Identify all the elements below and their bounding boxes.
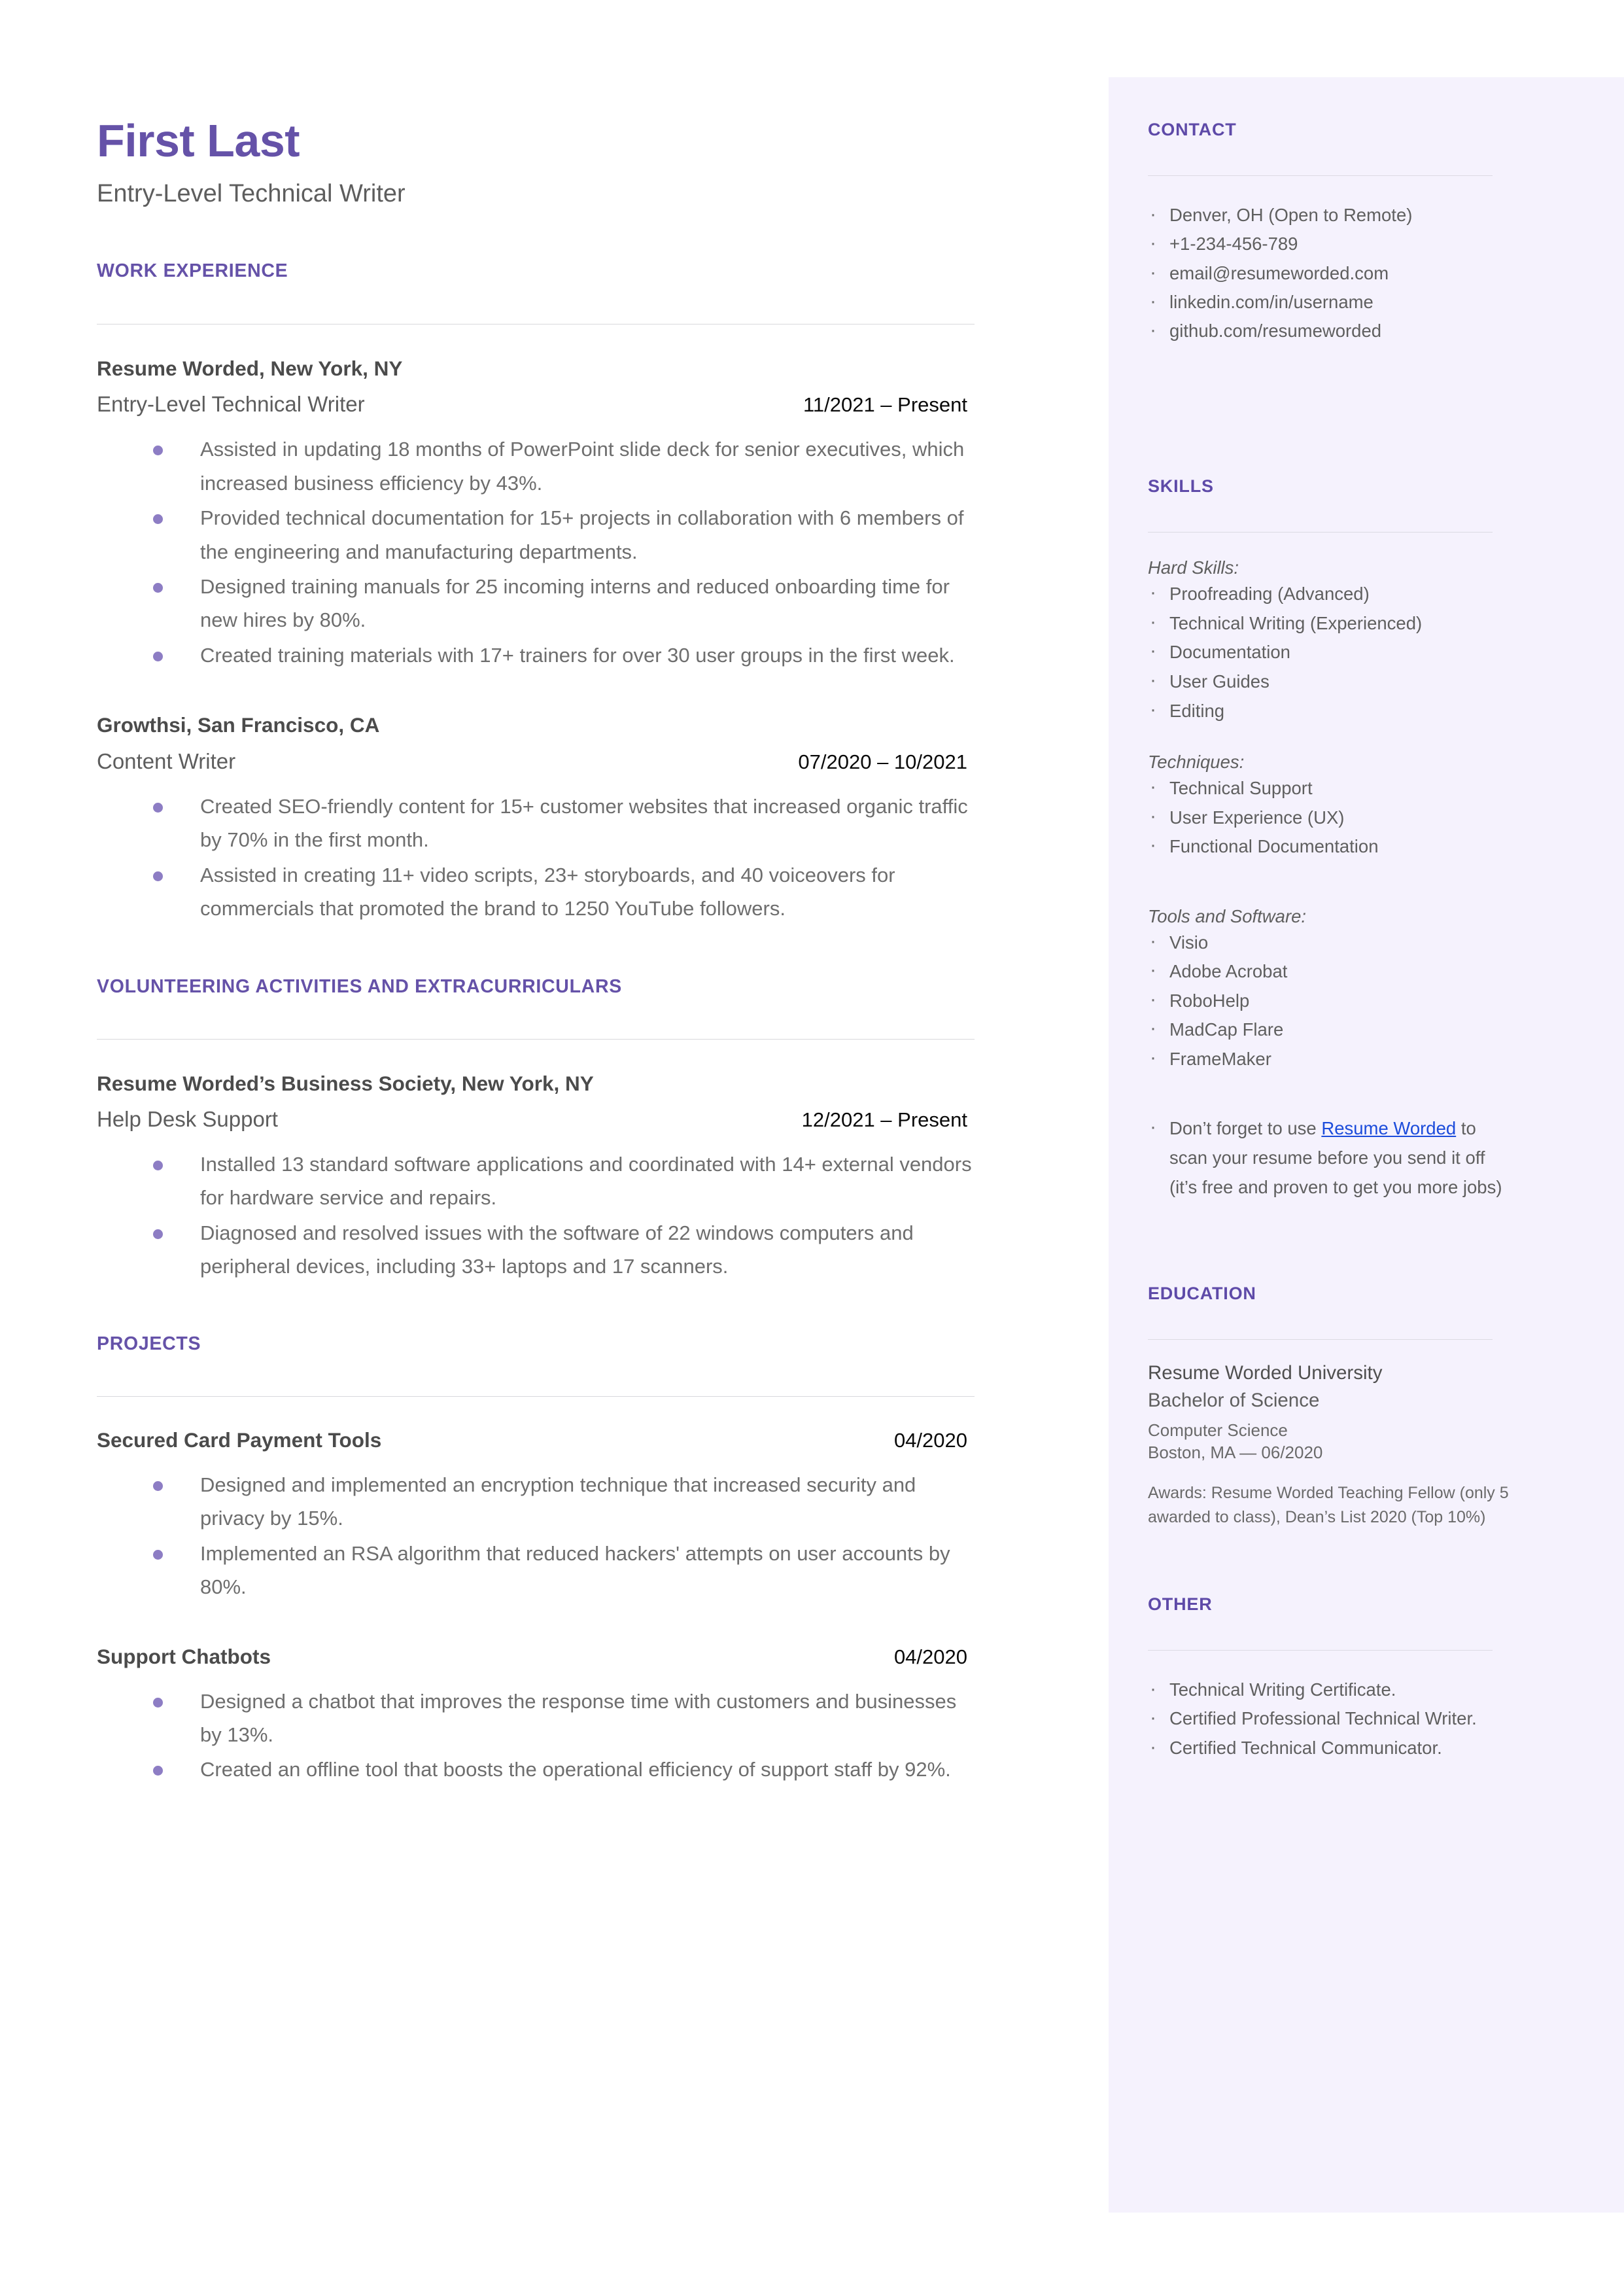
list-item: Designed a chatbot that improves the res… (97, 1685, 976, 1752)
education-major: Computer Science (1148, 1420, 1288, 1440)
contact-location: Denver, OH (Open to Remote) (1148, 200, 1514, 230)
list-item: Provided technical documentation for 15+… (97, 501, 976, 569)
contact-phone: +1-234-456-789 (1148, 228, 1514, 258)
tools-list: Visio Adobe Acrobat RoboHelp MadCap Flar… (1148, 926, 1514, 1074)
sidebar-heading-other: OTHER (1148, 1594, 1213, 1615)
education-location-date: Boston, MA — 06/2020 (1148, 1443, 1323, 1463)
section-heading-work-experience: WORK EXPERIENCE (97, 260, 288, 281)
organization-name: Resume Worded’s Business Society, New Yo… (97, 1071, 594, 1095)
list-item: Proofreading (Advanced) (1148, 578, 1514, 609)
achievement-list: Assisted in updating 18 months of PowerP… (97, 432, 976, 672)
promo-note: Don’t forget to use Resume Worded to sca… (1148, 1112, 1514, 1202)
list-item: FrameMaker (1148, 1043, 1514, 1074)
experience-entry: Resume Worded, New York, NY Entry-Level … (97, 356, 976, 673)
sidebar-heading-skills: SKILLS (1148, 476, 1214, 497)
employment-dates: 11/2021 – Present (803, 393, 967, 417)
list-item: Technical Writing Certificate. (1148, 1674, 1514, 1704)
sidebar-heading-education: EDUCATION (1148, 1283, 1256, 1303)
list-item: Created an offline tool that boosts the … (97, 1753, 976, 1786)
achievement-list: Designed and implemented an encryption t… (97, 1468, 976, 1604)
volunteer-role: Help Desk Support (97, 1106, 278, 1131)
contact-linkedin: linkedin.com/in/username (1148, 287, 1514, 317)
sidebar-divider (1148, 175, 1493, 176)
list-item: Created training materials with 17+ trai… (97, 639, 976, 672)
section-divider (97, 1038, 975, 1040)
project-title-date-row: Secured Card Payment Tools 04/2020 (97, 1428, 976, 1452)
sidebar-divider (1148, 532, 1493, 533)
project-entry: Support Chatbots 04/2020 Designed a chat… (97, 1645, 976, 1787)
education-school: Resume Worded University (1148, 1361, 1383, 1384)
role-date-row: Help Desk Support 12/2021 – Present (97, 1107, 976, 1132)
sidebar-divider (1148, 1650, 1493, 1651)
resume-worded-link[interactable]: Resume Worded (1321, 1118, 1456, 1138)
experience-entry: Growthsi, San Francisco, CA Content Writ… (97, 712, 976, 925)
employer-name: Resume Worded, New York, NY (97, 356, 403, 380)
main-content-column: First Last Entry-Level Technical Writer … (97, 0, 976, 1788)
list-item: MadCap Flare (1148, 1013, 1514, 1045)
contact-list: Denver, OH (Open to Remote) +1-234-456-7… (1148, 200, 1514, 345)
list-item: Created SEO-friendly content for 15+ cus… (97, 790, 976, 857)
list-item: Designed training manuals for 25 incomin… (97, 570, 976, 637)
skills-group-label-hard-skills: Hard Skills: (1148, 557, 1239, 578)
list-item: Implemented an RSA algorithm that reduce… (97, 1537, 976, 1604)
achievement-list: Installed 13 standard software applicati… (97, 1148, 976, 1284)
contact-email: email@resumeworded.com (1148, 258, 1514, 288)
list-item: User Guides (1148, 665, 1514, 697)
employment-dates: 07/2020 – 10/2021 (798, 750, 967, 773)
list-item: Documentation (1148, 636, 1514, 667)
other-list: Technical Writing Certificate. Certified… (1148, 1674, 1514, 1762)
education-awards: Awards: Resume Worded Teaching Fellow (o… (1148, 1484, 1509, 1526)
list-item: Certified Professional Technical Writer. (1148, 1703, 1514, 1733)
project-name: Support Chatbots (97, 1644, 271, 1668)
list-item: RoboHelp (1148, 985, 1514, 1016)
project-name: Secured Card Payment Tools (97, 1428, 382, 1452)
project-entry: Secured Card Payment Tools 04/2020 Desig… (97, 1428, 976, 1604)
achievement-list: Created SEO-friendly content for 15+ cus… (97, 790, 976, 926)
promo-text-before: Don’t forget to use (1169, 1118, 1322, 1139)
professional-headline: Entry-Level Technical Writer (97, 180, 406, 208)
section-heading-projects: PROJECTS (97, 1333, 201, 1354)
list-item: Visio (1148, 926, 1514, 958)
sidebar-divider (1148, 1339, 1493, 1340)
volunteer-dates: 12/2021 – Present (801, 1108, 967, 1131)
achievement-list: Designed a chatbot that improves the res… (97, 1685, 976, 1787)
list-item: Editing (1148, 695, 1514, 726)
list-item: Certified Technical Communicator. (1148, 1732, 1514, 1762)
list-item: Designed and implemented an encryption t… (97, 1468, 976, 1535)
role-date-row: Content Writer 07/2020 – 10/2021 (97, 749, 976, 774)
skills-group-label-tools: Tools and Software: (1148, 905, 1307, 926)
section-heading-volunteering: VOLUNTEERING ACTIVITIES AND EXTRACURRICU… (97, 975, 622, 997)
education-degree: Bachelor of Science (1148, 1390, 1320, 1412)
employer-name: Growthsi, San Francisco, CA (97, 713, 380, 737)
list-item: Diagnosed and resolved issues with the s… (97, 1216, 976, 1284)
list-item: Technical Support (1148, 772, 1514, 803)
sidebar-content-column: CONTACT Denver, OH (Open to Remote) +1-2… (1148, 0, 1514, 1762)
project-date: 04/2020 (893, 1645, 967, 1668)
role-date-row: Entry-Level Technical Writer 11/2021 – P… (97, 392, 976, 417)
skills-group-label-techniques: Techniques: (1148, 752, 1245, 773)
sidebar-heading-contact: CONTACT (1148, 120, 1237, 139)
job-title: Entry-Level Technical Writer (97, 392, 365, 417)
list-item: Installed 13 standard software applicati… (97, 1148, 976, 1215)
contact-github: github.com/resumeworded (1148, 315, 1514, 345)
project-title-date-row: Support Chatbots 04/2020 (97, 1645, 976, 1669)
section-divider (97, 1395, 975, 1397)
job-title: Content Writer (97, 748, 236, 773)
list-item: Adobe Acrobat (1148, 955, 1514, 987)
list-item: User Experience (UX) (1148, 801, 1514, 833)
list-item: Assisted in updating 18 months of PowerP… (97, 432, 976, 500)
project-date: 04/2020 (893, 1428, 967, 1452)
volunteering-entry: Resume Worded’s Business Society, New Yo… (97, 1071, 976, 1284)
list-item: Assisted in creating 11+ video scripts, … (97, 858, 976, 926)
page-title: First Last (97, 115, 300, 166)
techniques-list: Technical Support User Experience (UX) F… (1148, 772, 1514, 862)
hard-skills-list: Proofreading (Advanced) Technical Writin… (1148, 578, 1514, 726)
list-item: Functional Documentation (1148, 830, 1514, 862)
list-item: Technical Writing (Experienced) (1148, 607, 1514, 639)
